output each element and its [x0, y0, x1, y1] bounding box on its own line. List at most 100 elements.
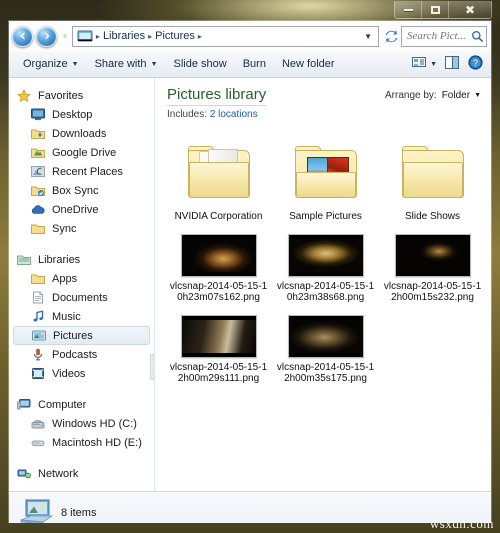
burn-label: Burn	[242, 58, 266, 70]
sidebar-item-box-sync[interactable]: Box Sync	[9, 181, 154, 200]
chevron-down-icon[interactable]: ▼	[358, 32, 378, 41]
list-item[interactable]: vlcsnap-2014-05-15-10h23m07s162.png	[165, 228, 272, 309]
arrange-by-button[interactable]: Folder ▼	[442, 90, 481, 101]
sidebar-item-label: OneDrive	[52, 203, 99, 216]
item-name: vlcsnap-2014-05-15-12h00m15s232.png	[383, 281, 482, 303]
slide-show-label: Slide show	[173, 58, 227, 70]
slide-show-button[interactable]: Slide show	[166, 55, 235, 73]
folder-icon	[31, 222, 47, 236]
sidebar-item-documents[interactable]: Documents	[9, 288, 154, 307]
navigation-pane[interactable]: Favorites Desktop Downloads Google Drive…	[9, 78, 155, 491]
sidebar-item-apps[interactable]: Apps	[9, 269, 154, 288]
sidebar-item-google-drive[interactable]: Google Drive	[9, 143, 154, 162]
organize-button[interactable]: Organize ▼	[15, 55, 87, 73]
item-thumbnail	[294, 136, 357, 208]
library-icon	[77, 29, 93, 43]
navigation-row: ▼ ▸ Libraries ▸ Pictures ▸ ▼ Search Pict…	[9, 21, 491, 51]
forward-button[interactable]	[36, 25, 57, 47]
address-bar[interactable]: ▸ Libraries ▸ Pictures ▸ ▼	[71, 25, 379, 47]
title-bar: ✖	[0, 0, 500, 20]
image-thumbnail	[180, 233, 257, 277]
window-client-area: ▼ ▸ Libraries ▸ Pictures ▸ ▼ Search Pict…	[9, 21, 491, 523]
videos-library-icon	[31, 367, 47, 381]
breadcrumb-pictures[interactable]: Pictures	[153, 30, 197, 42]
sidebar-item-label: Favorites	[38, 89, 84, 102]
sidebar-item-label: Desktop	[52, 108, 93, 121]
sidebar-item-recent-places[interactable]: Recent Places	[9, 162, 154, 181]
includes-locations-link[interactable]: 2 locations	[210, 109, 258, 120]
sidebar-item-sync[interactable]: Sync	[9, 219, 154, 238]
sidebar-item-music[interactable]: Music	[9, 307, 154, 326]
folder-icon	[187, 146, 250, 198]
preview-pane-button[interactable]	[441, 54, 464, 74]
sidebar-item-desktop[interactable]: Desktop	[9, 105, 154, 124]
search-icon[interactable]	[468, 30, 486, 43]
sidebar-item-macintosh-hd-e[interactable]: Macintosh HD (E:)	[9, 433, 154, 452]
share-with-button[interactable]: Share with ▼	[87, 55, 166, 73]
sidebar-item-label: Apps	[52, 272, 78, 285]
refresh-button[interactable]	[381, 29, 401, 44]
sidebar-group-network: Network	[9, 464, 154, 483]
folder-icon	[31, 272, 47, 286]
list-item[interactable]: vlcsnap-2014-05-15-12h00m15s232.png	[379, 228, 486, 309]
new-folder-button[interactable]: New folder	[274, 55, 343, 73]
recent-pages-button[interactable]: ▼	[61, 32, 69, 41]
item-name: vlcsnap-2014-05-15-12h00m35s175.png	[276, 362, 375, 384]
maximize-icon	[430, 5, 440, 14]
item-thumbnail	[187, 136, 250, 208]
sidebar-item-videos[interactable]: Videos	[9, 364, 154, 383]
sidebar-item-label: Podcasts	[52, 348, 98, 361]
sidebar-item-network[interactable]: Network	[9, 464, 154, 483]
list-item[interactable]: Slide Shows	[379, 132, 486, 228]
sidebar-item-label: Music	[52, 310, 81, 323]
sidebar-item-label: Google Drive	[52, 146, 117, 159]
sidebar-item-pictures[interactable]: Pictures	[13, 326, 150, 345]
help-button[interactable]: ?	[464, 53, 491, 75]
image-thumbnail	[287, 314, 364, 358]
sidebar-item-label: Macintosh HD (E:)	[52, 436, 142, 449]
help-icon: ?	[468, 55, 483, 73]
sidebar-item-label: Recent Places	[52, 165, 123, 178]
change-view-button[interactable]: ▼	[408, 54, 441, 74]
search-input[interactable]	[402, 30, 468, 42]
image-thumbnail	[394, 233, 471, 277]
arrange-by-value: Folder	[441, 90, 471, 101]
sidebar-item-favorites[interactable]: Favorites	[9, 86, 154, 105]
list-item[interactable]: vlcsnap-2014-05-15-12h00m35s175.png	[272, 309, 379, 390]
content-pane[interactable]: Pictures library Includes: 2 locations A…	[155, 78, 491, 491]
maximize-button[interactable]	[422, 1, 449, 18]
sidebar-item-podcasts[interactable]: Podcasts	[9, 345, 154, 364]
sidebar-group-favorites: Favorites Desktop Downloads Google Drive…	[9, 86, 154, 238]
image-thumbnail	[287, 233, 364, 277]
list-item[interactable]: Sample Pictures	[272, 132, 379, 228]
new-folder-label: New folder	[281, 58, 335, 70]
arrange-by: Arrange by: Folder ▼	[385, 86, 481, 101]
list-item[interactable]: NVIDIA Corporation	[165, 132, 272, 228]
recent-places-icon	[31, 165, 47, 179]
breadcrumb-separator-2[interactable]: ▸	[197, 32, 203, 41]
item-name: Sample Pictures	[289, 211, 362, 222]
sidebar-item-windows-hd-c[interactable]: Windows HD (C:)	[9, 414, 154, 433]
breadcrumb-libraries[interactable]: Libraries	[101, 30, 147, 42]
item-thumbnail	[287, 313, 364, 359]
sidebar-item-downloads[interactable]: Downloads	[9, 124, 154, 143]
burn-button[interactable]: Burn	[235, 55, 274, 73]
back-button[interactable]	[12, 25, 33, 47]
computer-monitor-icon	[19, 498, 54, 523]
sidebar-item-onedrive[interactable]: OneDrive	[9, 200, 154, 219]
disk-drive-icon	[31, 436, 47, 450]
sidebar-item-libraries[interactable]: Libraries	[9, 250, 154, 269]
list-item[interactable]: vlcsnap-2014-05-15-12h00m29s111.png	[165, 309, 272, 390]
downloads-folder-icon	[31, 127, 47, 141]
close-button[interactable]: ✖	[449, 1, 491, 18]
library-header: Pictures library Includes: 2 locations A…	[155, 78, 491, 126]
arrange-by-label: Arrange by:	[385, 90, 437, 101]
list-item[interactable]: vlcsnap-2014-05-15-10h23m38s68.png	[272, 228, 379, 309]
sidebar-item-computer[interactable]: Computer	[9, 395, 154, 414]
minimize-button[interactable]	[395, 1, 422, 18]
search-box[interactable]	[401, 25, 487, 47]
folder-icon	[294, 146, 357, 198]
music-library-icon	[31, 309, 47, 324]
organize-label: Organize	[23, 58, 68, 70]
